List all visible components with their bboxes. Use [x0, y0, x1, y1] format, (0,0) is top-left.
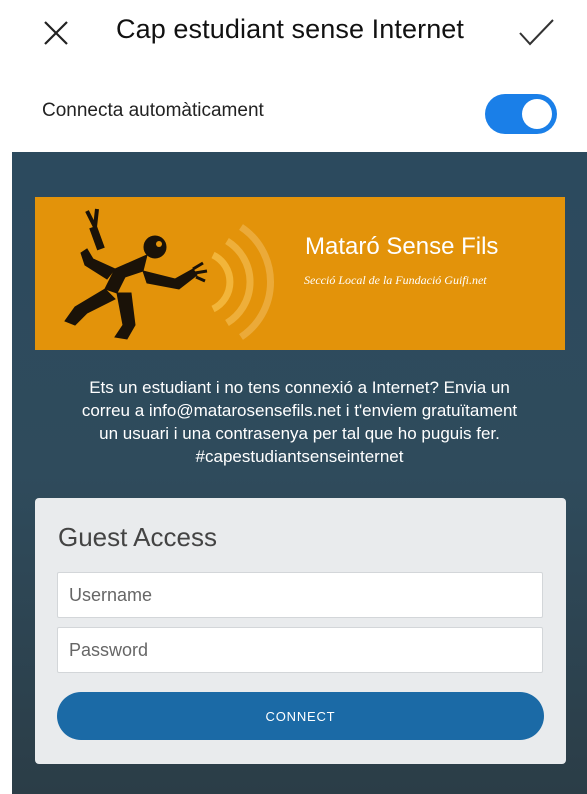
toggle-knob — [522, 99, 552, 129]
description-line: un usuari i una contrasenya per tal que … — [99, 424, 500, 443]
runner-logo-icon — [64, 208, 275, 340]
banner-subtitle: Secció Local de la Fundació Guifi.net — [304, 273, 487, 287]
checkmark-icon[interactable] — [516, 17, 556, 49]
description-line: correu a info@matarosensefils.net i t'en… — [81, 401, 518, 420]
page-title: Cap estudiant sense Internet — [116, 14, 465, 44]
portal-description: Ets un estudiant i no tens connexió a In… — [12, 376, 587, 468]
auto-connect-toggle[interactable] — [485, 94, 557, 134]
banner-brand: Mataró Sense Fils — [305, 233, 499, 260]
username-input[interactable] — [57, 572, 543, 618]
auto-connect-row: Connecta automàticament — [0, 86, 587, 142]
captive-portal: Mataró Sense Fils Secció Local de la Fun… — [12, 152, 587, 794]
guest-access-heading: Guest Access — [58, 522, 217, 552]
description-line: #capestudiantsenseinternet — [195, 447, 404, 466]
guest-access-card: Guest Access CONNECT — [35, 498, 566, 764]
password-input[interactable] — [57, 627, 543, 673]
close-icon[interactable] — [40, 17, 72, 49]
auto-connect-label: Connecta automàticament — [42, 100, 264, 121]
description-line: Ets un estudiant i no tens connexió a In… — [89, 378, 510, 397]
portal-banner: Mataró Sense Fils Secció Local de la Fun… — [35, 197, 565, 350]
connect-button[interactable]: CONNECT — [57, 692, 544, 740]
app-bar: Cap estudiant sense Internet — [0, 0, 587, 66]
